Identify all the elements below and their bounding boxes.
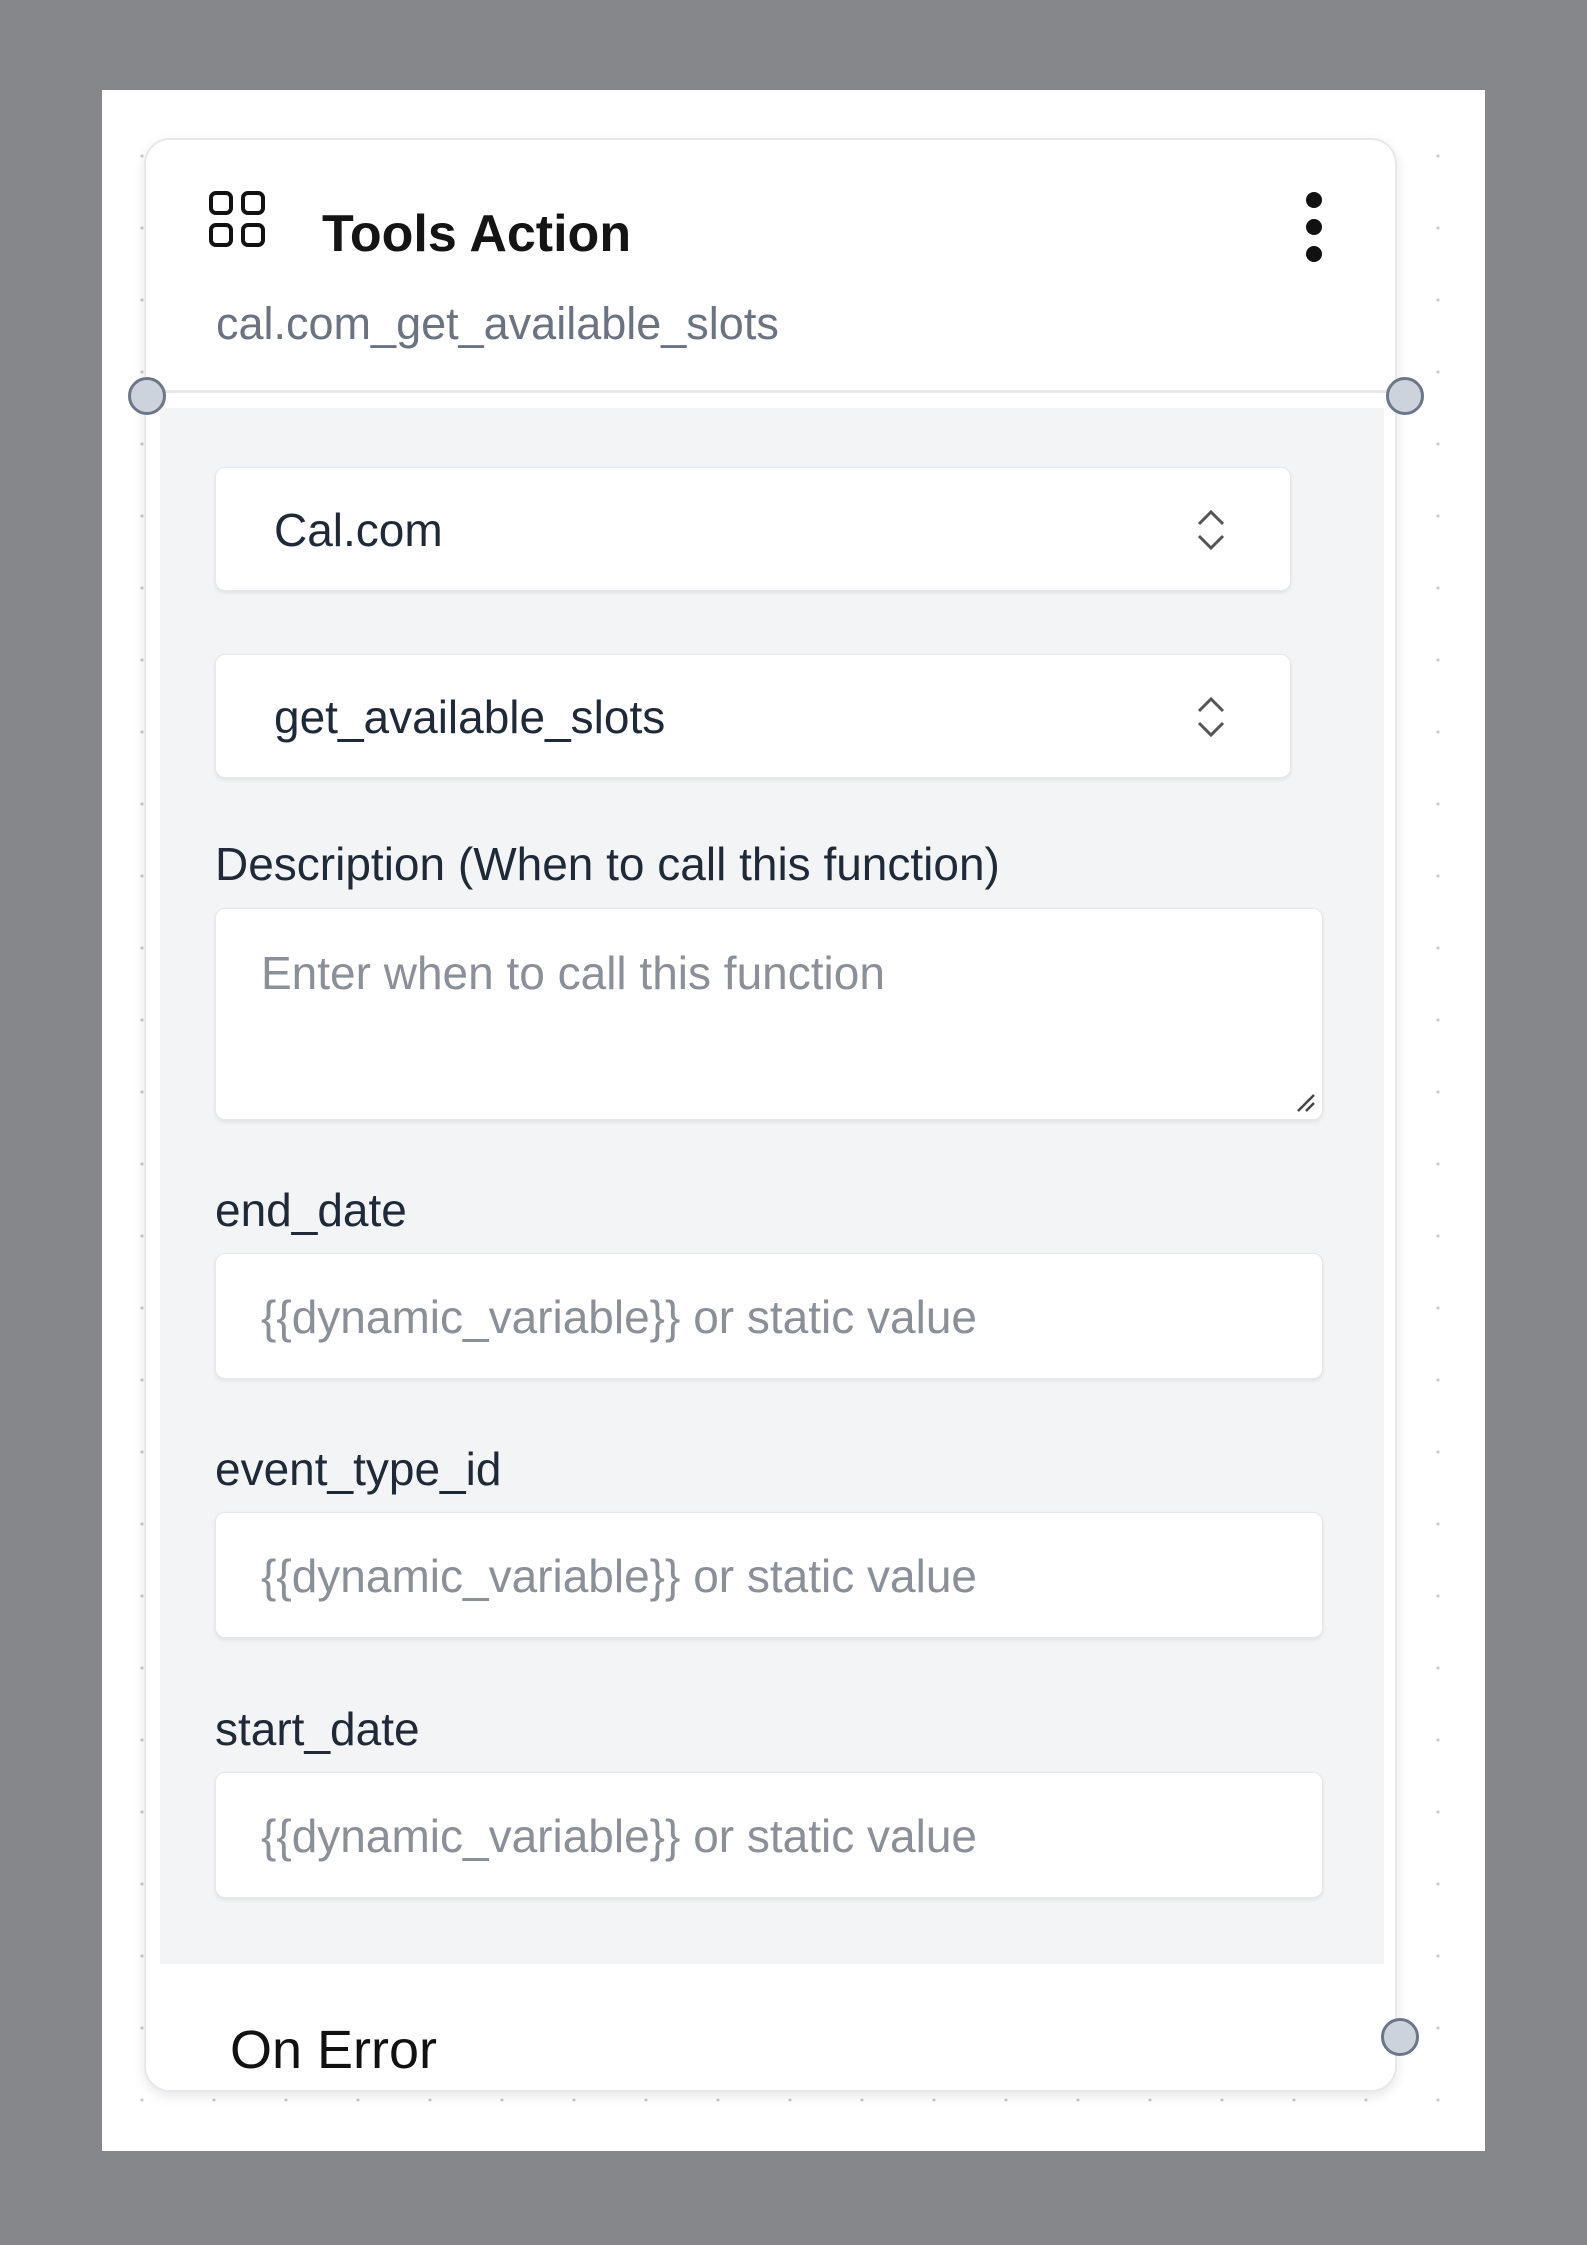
param-placeholder: {{dynamic_variable}} or static value bbox=[261, 1810, 977, 1862]
param-input-start-date[interactable]: {{dynamic_variable}} or static value bbox=[215, 1772, 1323, 1898]
node-menu-button[interactable] bbox=[1284, 182, 1344, 272]
param-label-start-date: start_date bbox=[215, 1703, 420, 1755]
param-input-event-type-id[interactable]: {{dynamic_variable}} or static value bbox=[215, 1512, 1323, 1638]
param-label-end-date: end_date bbox=[215, 1184, 407, 1236]
param-input-end-date[interactable]: {{dynamic_variable}} or static value bbox=[215, 1253, 1323, 1379]
input-handle[interactable] bbox=[128, 377, 166, 415]
description-label: Description (When to call this function) bbox=[215, 838, 1000, 890]
tools-action-node[interactable]: Tools Action cal.com_get_available_slots… bbox=[144, 138, 1397, 2092]
tool-provider-select[interactable]: Cal.com bbox=[215, 467, 1291, 591]
chevron-up-down-icon bbox=[1197, 509, 1225, 551]
param-placeholder: {{dynamic_variable}} or static value bbox=[261, 1291, 977, 1343]
header-divider bbox=[146, 390, 1395, 393]
node-header: Tools Action cal.com_get_available_slots bbox=[146, 140, 1395, 402]
tools-grid-icon bbox=[209, 191, 265, 247]
flow-canvas[interactable]: Tools Action cal.com_get_available_slots… bbox=[102, 90, 1485, 2151]
function-select-value: get_available_slots bbox=[274, 691, 666, 743]
tool-provider-value: Cal.com bbox=[274, 504, 443, 556]
on-error-label: On Error bbox=[230, 2020, 438, 2080]
output-handle[interactable] bbox=[1386, 377, 1424, 415]
on-error-handle[interactable] bbox=[1381, 2018, 1419, 2056]
node-subtitle: cal.com_get_available_slots bbox=[216, 298, 779, 349]
param-label-event-type-id: event_type_id bbox=[215, 1443, 502, 1495]
node-body: Cal.com get_available_slots Description … bbox=[160, 408, 1384, 1964]
description-textarea[interactable]: Enter when to call this function bbox=[215, 908, 1323, 1120]
chevron-up-down-icon bbox=[1197, 696, 1225, 738]
description-placeholder: Enter when to call this function bbox=[261, 947, 885, 999]
resize-handle-icon[interactable] bbox=[1290, 1087, 1318, 1115]
node-title: Tools Action bbox=[322, 205, 632, 263]
function-select[interactable]: get_available_slots bbox=[215, 654, 1291, 778]
param-placeholder: {{dynamic_variable}} or static value bbox=[261, 1550, 977, 1602]
